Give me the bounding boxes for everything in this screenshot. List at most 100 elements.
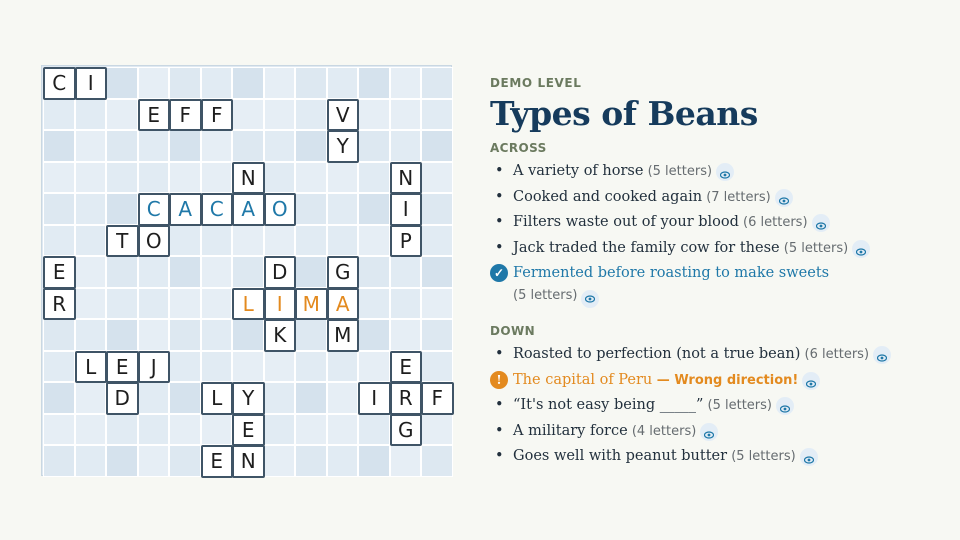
grid-cell bbox=[295, 445, 327, 477]
bullet: • bbox=[495, 345, 504, 362]
grid-cell bbox=[421, 350, 453, 382]
grid-cell bbox=[232, 67, 264, 99]
letter-tile[interactable]: Y bbox=[326, 130, 359, 163]
eye-icon[interactable] bbox=[700, 422, 719, 441]
grid-cell bbox=[106, 445, 138, 477]
grid-cell bbox=[232, 256, 264, 288]
grid-cell bbox=[389, 130, 421, 162]
letter-tile[interactable]: N bbox=[232, 445, 265, 478]
grid-cell bbox=[137, 256, 169, 288]
grid-cell bbox=[389, 445, 421, 477]
letter-tile[interactable]: E bbox=[389, 350, 422, 383]
eye-icon[interactable] bbox=[811, 214, 830, 233]
grid-cell bbox=[295, 382, 327, 414]
letter-tile[interactable]: F bbox=[200, 98, 233, 131]
grid-cell bbox=[169, 350, 201, 382]
grid-cell bbox=[295, 98, 327, 130]
grid-cell bbox=[326, 382, 358, 414]
across-clue[interactable]: • A variety of horse (5 letters) bbox=[490, 159, 940, 185]
letter-tile[interactable]: A bbox=[169, 193, 202, 226]
letter-tile[interactable]: N bbox=[389, 161, 422, 194]
letter-tile[interactable]: D bbox=[263, 256, 296, 289]
letter-tile[interactable]: I bbox=[74, 67, 107, 100]
letter-tile[interactable]: L bbox=[74, 350, 107, 383]
grid-cell bbox=[295, 193, 327, 225]
eye-icon[interactable] bbox=[802, 371, 821, 390]
grid-cell bbox=[74, 161, 106, 193]
letter-tile[interactable]: E bbox=[232, 413, 265, 446]
down-heading: DOWN bbox=[490, 323, 536, 338]
eye-icon[interactable] bbox=[799, 448, 818, 467]
grid-cell bbox=[358, 319, 390, 351]
down-clue[interactable]: ! The capital of Peru — Wrong direction! bbox=[490, 368, 940, 394]
letter-tile[interactable]: G bbox=[326, 256, 359, 289]
letter-tile[interactable]: F bbox=[421, 382, 454, 415]
down-clue[interactable]: • Goes well with peanut butter (5 letters… bbox=[490, 444, 940, 470]
eye-icon[interactable] bbox=[774, 188, 793, 207]
down-clue[interactable]: • Roasted to perfection (not a true bean)… bbox=[490, 342, 940, 368]
across-clue[interactable]: • Jack traded the family cow for these (5… bbox=[490, 236, 940, 262]
letter-tile[interactable]: E bbox=[137, 98, 170, 131]
eye-icon[interactable] bbox=[716, 163, 735, 181]
letter-tile[interactable]: N bbox=[232, 161, 265, 194]
letter-tile[interactable]: O bbox=[263, 193, 296, 226]
letter-tile[interactable]: C bbox=[137, 193, 170, 226]
exclamation-circle-icon: ! bbox=[490, 370, 508, 389]
grid-cell bbox=[263, 445, 295, 477]
letter-tile[interactable]: L bbox=[200, 382, 233, 415]
across-clue[interactable]: • Filters waste out of your blood (6 lett… bbox=[490, 210, 940, 236]
letter-tile[interactable]: V bbox=[326, 98, 359, 131]
letter-tile[interactable]: E bbox=[43, 256, 76, 289]
letter-tile[interactable]: A bbox=[326, 287, 359, 320]
grid-cell bbox=[358, 161, 390, 193]
eye-icon[interactable] bbox=[852, 239, 871, 258]
grid-cell bbox=[295, 350, 327, 382]
eye-icon[interactable] bbox=[581, 289, 600, 308]
letter-tile[interactable]: C bbox=[43, 67, 76, 100]
letter-tile[interactable]: F bbox=[169, 98, 202, 131]
grid-cell bbox=[326, 67, 358, 99]
letter-tile[interactable]: E bbox=[200, 445, 233, 478]
eye-icon[interactable] bbox=[775, 397, 794, 416]
down-clue[interactable]: • A military force (4 letters) bbox=[490, 419, 940, 445]
letter-tile[interactable]: J bbox=[137, 350, 170, 383]
grid-cell bbox=[169, 445, 201, 477]
grid-cell bbox=[200, 287, 232, 319]
letter-tile[interactable]: G bbox=[389, 413, 422, 446]
grid-cell bbox=[358, 256, 390, 288]
letter-tile[interactable]: T bbox=[106, 224, 139, 257]
letter-tile[interactable]: P bbox=[389, 224, 422, 257]
letter-tile[interactable]: E bbox=[106, 350, 139, 383]
grid-cell bbox=[74, 193, 106, 225]
letter-tile[interactable]: R bbox=[43, 287, 76, 320]
clue-text: Jack traded the family cow for these bbox=[513, 239, 780, 256]
bullet: • bbox=[495, 239, 504, 256]
clue-text: A variety of horse bbox=[513, 163, 644, 179]
clue-text: A military force bbox=[513, 422, 628, 439]
letter-tile[interactable]: A bbox=[232, 193, 265, 226]
letter-tile[interactable]: D bbox=[106, 382, 139, 415]
across-clue[interactable]: • Cooked and cooked again (7 letters) bbox=[490, 185, 940, 211]
letter-tile[interactable]: C bbox=[200, 193, 233, 226]
clue-text: The capital of Peru bbox=[513, 371, 653, 388]
clue-length: (5 letters) bbox=[513, 287, 578, 303]
letter-tile[interactable]: K bbox=[263, 319, 296, 352]
down-clue[interactable]: • “It's not easy being _____” (5 letters) bbox=[490, 393, 940, 419]
grid-cell bbox=[389, 98, 421, 130]
letter-tile[interactable]: M bbox=[326, 319, 359, 352]
grid-cell bbox=[421, 161, 453, 193]
letter-tile[interactable]: O bbox=[137, 224, 170, 257]
letter-tile[interactable]: I bbox=[358, 382, 391, 415]
eye-icon[interactable] bbox=[873, 345, 892, 364]
clue-length: (5 letters) bbox=[727, 449, 796, 465]
grid-cell bbox=[106, 256, 138, 288]
letter-tile[interactable]: Y bbox=[232, 382, 265, 415]
letter-tile[interactable]: I bbox=[263, 287, 296, 320]
across-clue[interactable]: ✓ Fermented before roasting to make sweet… bbox=[490, 261, 940, 286]
letter-tile[interactable]: M bbox=[295, 287, 328, 320]
grid-cell bbox=[389, 287, 421, 319]
letter-tile[interactable]: I bbox=[389, 193, 422, 226]
letter-tile[interactable]: L bbox=[232, 287, 265, 320]
grid-cell bbox=[358, 350, 390, 382]
letter-tile[interactable]: R bbox=[389, 382, 422, 415]
